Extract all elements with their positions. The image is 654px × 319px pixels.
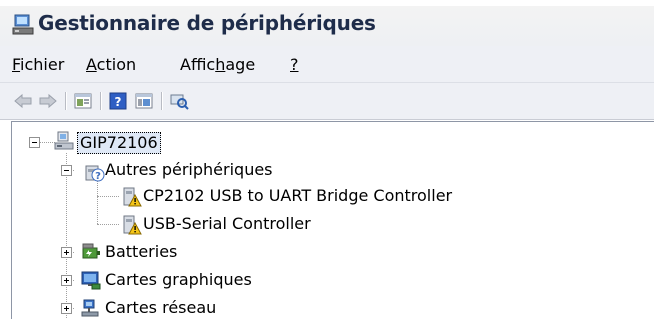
menu-bar: Fichier Action Affichage ?	[0, 46, 654, 83]
toolbar: ?	[0, 83, 654, 120]
forward-arrow-icon[interactable]	[37, 90, 59, 112]
expand-toggle[interactable]	[61, 275, 72, 286]
tree-connector	[66, 153, 67, 318]
svg-text:?: ?	[115, 95, 122, 109]
tree-node-label[interactable]: Batteries	[105, 242, 177, 262]
toolbar-separator	[100, 92, 102, 110]
menu-action[interactable]: Action	[86, 55, 136, 74]
properties-icon[interactable]	[72, 90, 94, 112]
tree-node-label[interactable]: Cartes réseau	[105, 298, 216, 318]
back-arrow-icon[interactable]	[12, 90, 34, 112]
svg-text:?: ?	[95, 171, 101, 182]
menu-help[interactable]: ?	[290, 55, 299, 74]
device-manager-icon	[12, 14, 34, 35]
menu-fichier-rest: ichier	[20, 55, 65, 74]
tree-root-label[interactable]: GIP72106	[77, 132, 161, 154]
tree-node-label[interactable]: USB-Serial Controller	[143, 214, 311, 234]
expand-toggle[interactable]	[61, 247, 72, 258]
tree-connector	[97, 196, 119, 197]
window-title: Gestionnaire de périphériques	[38, 11, 376, 35]
collapse-toggle[interactable]	[61, 165, 72, 176]
computer-icon	[54, 131, 74, 150]
warning-device-icon	[123, 187, 142, 207]
tree-node-label[interactable]: CP2102 USB to UART Bridge Controller	[143, 186, 452, 206]
title-bar[interactable]: Gestionnaire de périphériques	[0, 0, 654, 46]
scan-hardware-icon[interactable]	[168, 90, 190, 112]
tree-node-label[interactable]: Autres périphériques	[105, 160, 273, 180]
menu-affichage[interactable]: Affichage	[180, 55, 255, 74]
battery-icon	[82, 243, 100, 259]
tree-connector	[97, 224, 119, 225]
menu-fichier[interactable]: Fichier	[12, 55, 64, 74]
panel-icon[interactable]	[133, 90, 155, 112]
tree-node-label[interactable]: Cartes graphiques	[105, 270, 252, 290]
display-adapter-icon	[81, 271, 101, 290]
warning-device-icon	[123, 215, 142, 235]
network-adapter-icon	[81, 299, 99, 317]
toolbar-separator	[65, 92, 67, 110]
help-icon[interactable]: ?	[107, 90, 129, 112]
unknown-device-icon: ?	[85, 165, 105, 182]
tree-connector	[97, 180, 98, 224]
collapse-toggle[interactable]	[29, 137, 40, 148]
toolbar-separator	[161, 92, 163, 110]
expand-toggle[interactable]	[61, 303, 72, 314]
